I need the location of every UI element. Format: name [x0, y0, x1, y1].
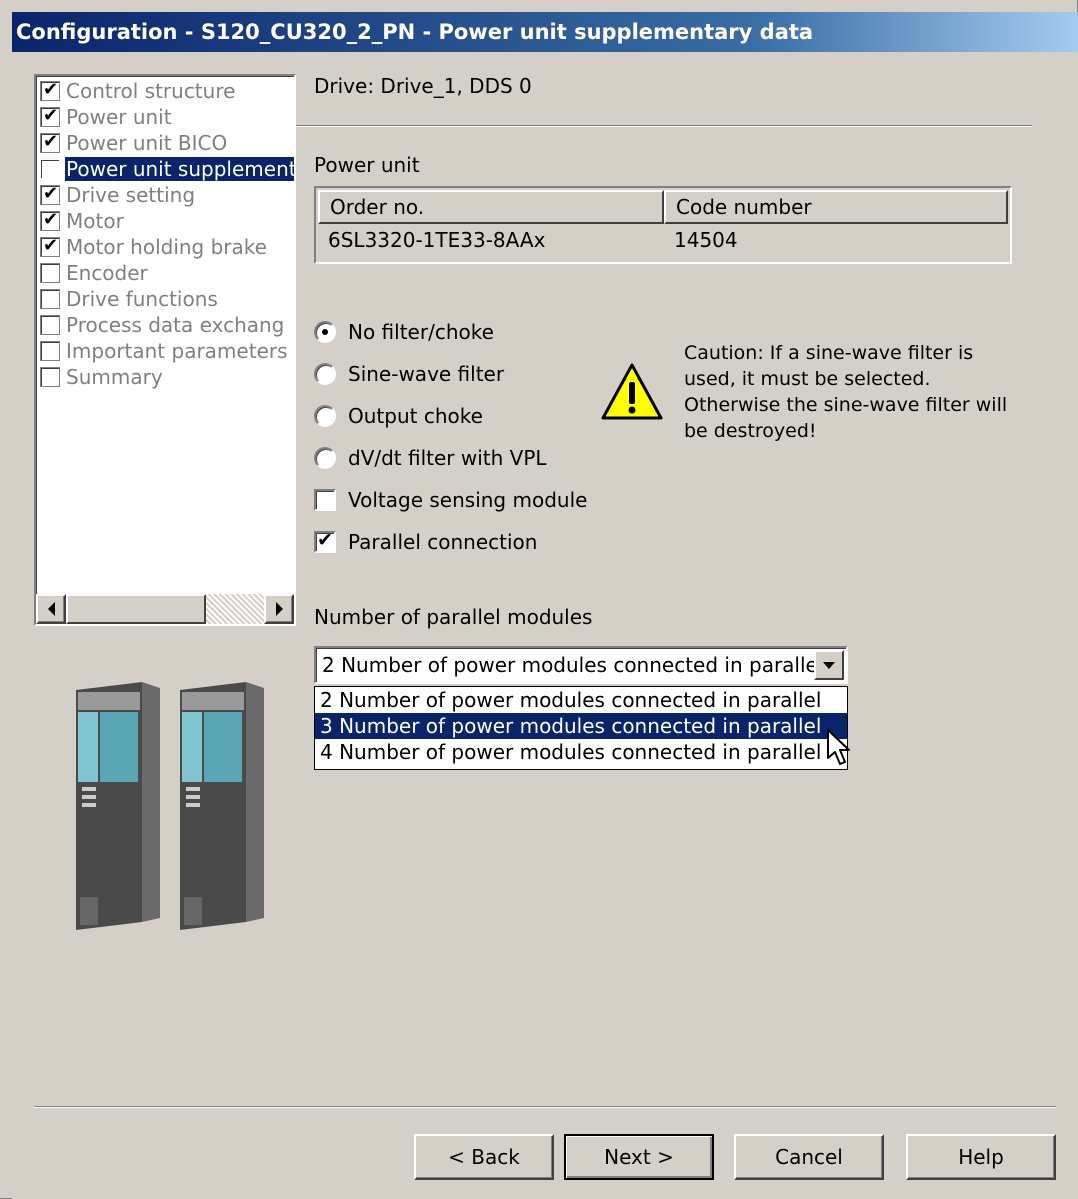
radio-label: dV/dt filter with VPL — [348, 446, 547, 470]
step-checkbox — [40, 235, 60, 257]
scrollbar-thumb[interactable] — [66, 594, 206, 624]
radio-label: Sine-wave filter — [348, 362, 505, 386]
step-checkbox — [40, 367, 60, 387]
step-checkbox — [40, 341, 60, 361]
cell-code-number: 14504 — [674, 228, 738, 252]
drive-label: Drive: Drive_1, DDS 0 — [314, 74, 532, 98]
dropdown-button[interactable] — [814, 650, 844, 680]
tree-item-encoder[interactable]: Encoder — [36, 260, 294, 286]
dropdown-option[interactable]: 4 Number of power modules connected in p… — [315, 739, 847, 765]
tree-item-label: Drive setting — [66, 183, 196, 207]
tree-item-label: Power unit — [66, 105, 172, 129]
radio-button[interactable] — [314, 321, 336, 343]
select-value: 2 Number of power modules connected in p… — [322, 653, 824, 677]
checkbox-label: Voltage sensing module — [348, 488, 588, 512]
step-checkbox — [40, 315, 60, 335]
radio-label: No filter/choke — [348, 320, 494, 344]
parallel-modules-select[interactable]: 2 Number of power modules connected in p… — [314, 646, 848, 684]
step-checkbox — [40, 159, 60, 179]
warning-triangle-icon — [601, 363, 663, 420]
radio-button[interactable] — [314, 405, 336, 427]
tree-item-power-unit-supplement[interactable]: Power unit supplement — [36, 156, 294, 182]
column-header-code-number[interactable]: Code number — [664, 190, 1008, 224]
dropdown-option[interactable]: 2 Number of power modules connected in p… — [315, 687, 847, 713]
tree-item-label: Power unit BICO — [66, 131, 228, 155]
radio-no-filter-choke[interactable]: No filter/choke — [314, 320, 494, 344]
tree-item-label: Drive functions — [66, 287, 218, 311]
mouse-pointer-icon — [827, 729, 850, 765]
checkbox-voltage-sensing-module[interactable]: Voltage sensing module — [314, 488, 587, 512]
cancel-button[interactable]: Cancel — [734, 1134, 884, 1180]
radio-output-choke[interactable]: Output choke — [314, 404, 483, 428]
wizard-steps-tree[interactable]: Control structure Power unit Power unit … — [34, 74, 296, 626]
dropdown-option-highlighted[interactable]: 3 Number of power modules connected in p… — [315, 713, 847, 739]
tree-item-motor-holding-brake[interactable]: Motor holding brake — [36, 234, 294, 260]
next-button[interactable]: Next > — [564, 1134, 714, 1180]
tree-item-power-unit[interactable]: Power unit — [36, 104, 294, 130]
power-unit-heading: Power unit — [314, 153, 420, 177]
parallel-modules-dropdown-list: 2 Number of power modules connected in p… — [314, 686, 848, 770]
chevron-down-icon — [823, 661, 835, 669]
caution-text: Caution: If a sine-wave filter is used, … — [684, 342, 1008, 442]
window-title: Configuration - S120_CU320_2_PN - Power … — [12, 12, 1078, 52]
scroll-left-button[interactable] — [36, 594, 66, 624]
step-checkbox — [40, 209, 60, 231]
step-checkbox — [40, 289, 60, 309]
tree-item-label: Important parameters — [66, 339, 288, 363]
checkbox[interactable] — [314, 529, 336, 553]
step-checkbox — [40, 131, 60, 153]
column-header-order-no[interactable]: Order no. — [318, 190, 664, 224]
table-header: Order no. Code number — [318, 190, 1008, 224]
radio-label: Output choke — [348, 404, 483, 428]
scroll-right-button[interactable] — [264, 594, 294, 624]
tree-item-drive-functions[interactable]: Drive functions — [36, 286, 294, 312]
tree-item-important-parameters[interactable]: Important parameters — [36, 338, 294, 364]
radio-button[interactable] — [314, 447, 336, 469]
help-button[interactable]: Help — [906, 1134, 1056, 1180]
arrow-left-icon — [47, 602, 55, 616]
parallel-modules-heading: Number of parallel modules — [314, 605, 593, 629]
step-checkbox — [40, 183, 60, 205]
tree-item-process-data-exchange[interactable]: Process data exchang — [36, 312, 294, 338]
cell-order-no: 6SL3320-1TE33-8AAx — [328, 228, 546, 252]
tree-item-label: Motor — [66, 209, 124, 233]
step-checkbox — [40, 105, 60, 127]
wizard-body: Control structure Power unit Power unit … — [12, 52, 1078, 1199]
tree-item-label: Summary — [66, 365, 163, 389]
step-checkbox — [40, 79, 60, 101]
configuration-window: Configuration - S120_CU320_2_PN - Power … — [0, 0, 1078, 1199]
arrow-right-icon — [275, 602, 283, 616]
back-button[interactable]: < Back — [414, 1134, 554, 1180]
power-module-image — [76, 682, 264, 930]
tree-item-drive-setting[interactable]: Drive setting — [36, 182, 294, 208]
radio-button[interactable] — [314, 363, 336, 385]
radio-dvdt-filter-vpl[interactable]: dV/dt filter with VPL — [314, 446, 547, 470]
checkbox-label: Parallel connection — [348, 530, 538, 554]
scrollbar-track[interactable] — [206, 594, 264, 624]
tree-item-label: Control structure — [66, 79, 236, 103]
tree-item-summary[interactable]: Summary — [36, 364, 294, 390]
tree-item-label: Process data exchang — [66, 313, 285, 337]
step-checkbox — [40, 263, 60, 283]
tree-horizontal-scrollbar[interactable] — [36, 594, 294, 624]
tree-item-motor[interactable]: Motor — [36, 208, 294, 234]
wizard-steps-list: Control structure Power unit Power unit … — [36, 78, 294, 390]
tree-item-label: Motor holding brake — [66, 235, 267, 259]
separator — [34, 1106, 1056, 1108]
table-row[interactable]: 6SL3320-1TE33-8AAx 14504 — [318, 226, 1008, 256]
tree-item-power-unit-bico[interactable]: Power unit BICO — [36, 130, 294, 156]
checkbox[interactable] — [314, 489, 336, 511]
power-unit-table: Order no. Code number 6SL3320-1TE33-8AAx… — [314, 186, 1012, 264]
tree-item-label: Encoder — [66, 261, 148, 285]
tree-item-control-structure[interactable]: Control structure — [36, 78, 294, 104]
radio-sine-wave-filter[interactable]: Sine-wave filter — [314, 362, 504, 386]
checkbox-parallel-connection[interactable]: Parallel connection — [314, 529, 538, 554]
separator — [296, 125, 1032, 127]
tree-item-label: Power unit supplement — [65, 157, 296, 181]
